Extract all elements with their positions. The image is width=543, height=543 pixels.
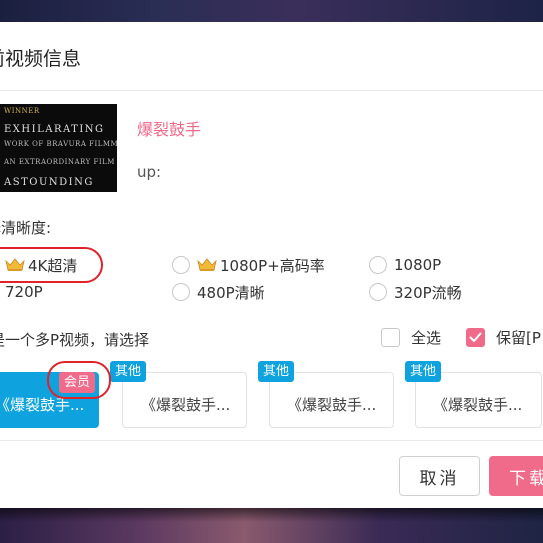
background-bottom [0,508,543,543]
dialog-title: 前视频信息 [0,48,82,70]
download-dialog: 前视频信息 WINNER EXHILARATING WORK OF BRAVUR… [0,22,543,508]
poster-text: ASTOUNDING [4,177,94,188]
quality-option-4k[interactable]: 4K超清 [0,254,77,276]
radio-button[interactable] [172,256,190,274]
background-top [0,0,543,22]
part-card-title: 《爆裂鼓手... [287,396,377,414]
quality-option-1080p-high[interactable]: 1080P+高码率 [172,254,325,276]
other-badge: 其他 [110,361,147,382]
other-badge: 其他 [258,361,295,382]
quality-option-1080p[interactable]: 1080P [369,254,441,276]
poster-text: WINNER [4,107,40,115]
poster-text: EXHILARATING [4,124,105,135]
quality-option-label: 320P流畅 [394,283,462,302]
vip-badge: 会员 [59,372,96,393]
quality-option-label: 720P [5,283,43,301]
multi-part-label: 是一个多P视频，请选择 [0,331,150,349]
download-button[interactable]: 下载 [489,456,543,496]
checkbox[interactable] [381,328,400,347]
crown-icon [197,258,217,271]
check-icon [469,332,482,342]
radio-button[interactable] [172,283,190,301]
quality-option-label: 4K超清 [28,256,78,275]
quality-option-320p[interactable]: 320P流畅 [369,281,462,303]
video-title[interactable]: 爆裂鼓手 [137,116,201,140]
radio-button[interactable] [369,283,387,301]
quality-label: 择清晰度: [0,219,52,237]
radio-button[interactable] [369,256,387,274]
footer-divider [0,440,543,441]
part-card-title: 《爆裂鼓手... [0,396,85,414]
crown-icon [5,258,25,271]
quality-option-label: 480P清晰 [197,283,265,302]
keep-checkbox[interactable]: 保留[P [466,327,541,348]
part-card-title: 《爆裂鼓手... [433,396,523,414]
part-card-title: 《爆裂鼓手... [141,396,231,414]
quality-option-label: 1080P [394,256,442,274]
quality-option-label: 1080P+高码率 [220,256,325,275]
cancel-button[interactable]: 取消 [399,456,480,496]
quality-option-720p[interactable]: 720P [0,281,43,303]
select-all-checkbox[interactable]: 全选 [381,327,441,348]
select-all-label: 全选 [411,329,442,347]
checkbox[interactable] [466,328,485,347]
video-up-label: up: [137,163,162,181]
video-thumbnail: WINNER EXHILARATING WORK OF BRAVURA FILM… [0,104,117,192]
keep-label: 保留[P [496,329,541,347]
quality-option-480p[interactable]: 480P清晰 [172,281,265,303]
other-badge: 其他 [405,361,442,382]
poster-text: WORK OF BRAVURA FILMMAKING [4,140,117,148]
header-divider [0,90,543,91]
poster-text: AN EXTRAORDINARY FILM [4,158,115,166]
